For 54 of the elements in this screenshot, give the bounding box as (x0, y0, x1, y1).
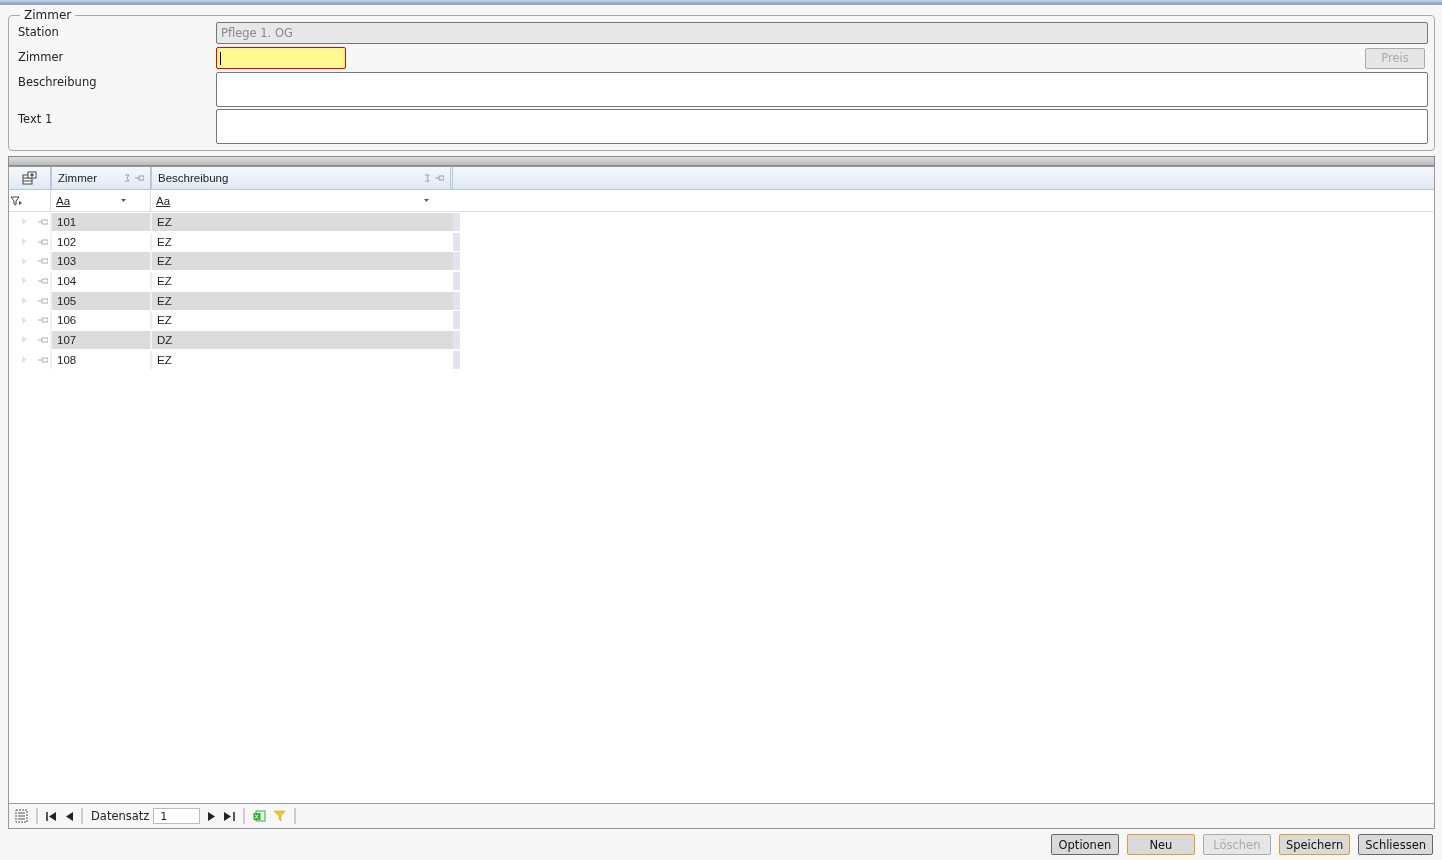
row-indicator-icon (22, 356, 27, 364)
row-indicator-icon (22, 277, 27, 285)
row-indicator-icon (22, 218, 27, 226)
next-record-icon[interactable] (208, 811, 217, 821)
column-header[interactable]: Beschreibung (158, 172, 229, 184)
record-label: Datensatz (91, 809, 150, 823)
action-button[interactable]: Speichern (1278, 834, 1351, 855)
table-cell: 101 (50, 212, 150, 231)
field-label: Station (18, 24, 60, 39)
row-indicator-icon (22, 336, 27, 344)
pin-icon[interactable] (38, 258, 48, 265)
column-chooser-icon[interactable] (22, 171, 37, 185)
pin-icon[interactable] (38, 317, 48, 324)
row-indicator-icon (22, 297, 27, 305)
filter-cell[interactable]: Aa (50, 190, 150, 211)
pin-icon[interactable] (38, 218, 48, 225)
last-record-icon[interactable] (224, 811, 236, 821)
record-number-field[interactable]: 1 (153, 808, 201, 824)
group-title: Zimmer (23, 8, 73, 22)
table-cell: 107 (50, 330, 150, 349)
table-cell: DZ (150, 330, 453, 349)
pin-icon[interactable] (38, 238, 48, 245)
row-indicator-icon (22, 238, 27, 246)
table-cell: EZ (150, 212, 453, 231)
first-record-icon[interactable] (46, 811, 57, 821)
text-area[interactable] (216, 109, 1428, 144)
field-label: Beschreibung (18, 74, 98, 89)
pin-icon[interactable] (38, 297, 48, 304)
field-label: Text 1 (18, 111, 54, 126)
field-label: Zimmer (18, 49, 65, 64)
action-button[interactable]: Schliessen (1358, 834, 1433, 855)
dropdown-arrow-icon[interactable] (424, 199, 429, 202)
column-header[interactable]: Zimmer (58, 172, 97, 184)
funnel-icon[interactable] (274, 810, 287, 822)
pin-icon[interactable] (38, 277, 48, 284)
input-field[interactable] (216, 47, 346, 69)
action-button[interactable]: Optionen (1050, 834, 1119, 855)
table-cell: EZ (150, 252, 453, 271)
text-area[interactable] (216, 72, 1428, 107)
splitter-bar[interactable] (8, 156, 1435, 166)
table-cell: EZ (150, 291, 453, 310)
filter-cell[interactable]: Aa (150, 190, 453, 211)
action-button[interactable]: Neu (1126, 834, 1195, 855)
spreadsheet-export-icon[interactable] (253, 810, 267, 822)
dropdown-arrow-icon[interactable] (121, 199, 126, 202)
pin-icon[interactable] (38, 336, 48, 343)
previous-record-icon[interactable] (65, 811, 73, 821)
filter-icon[interactable] (11, 195, 22, 206)
pin-icon[interactable] (38, 356, 48, 363)
row-indicator-icon (22, 257, 27, 265)
table-cell: 103 (50, 252, 150, 271)
table-cell: 105 (50, 291, 150, 310)
list-icon[interactable] (15, 809, 28, 823)
row-indicator-icon (22, 316, 27, 324)
